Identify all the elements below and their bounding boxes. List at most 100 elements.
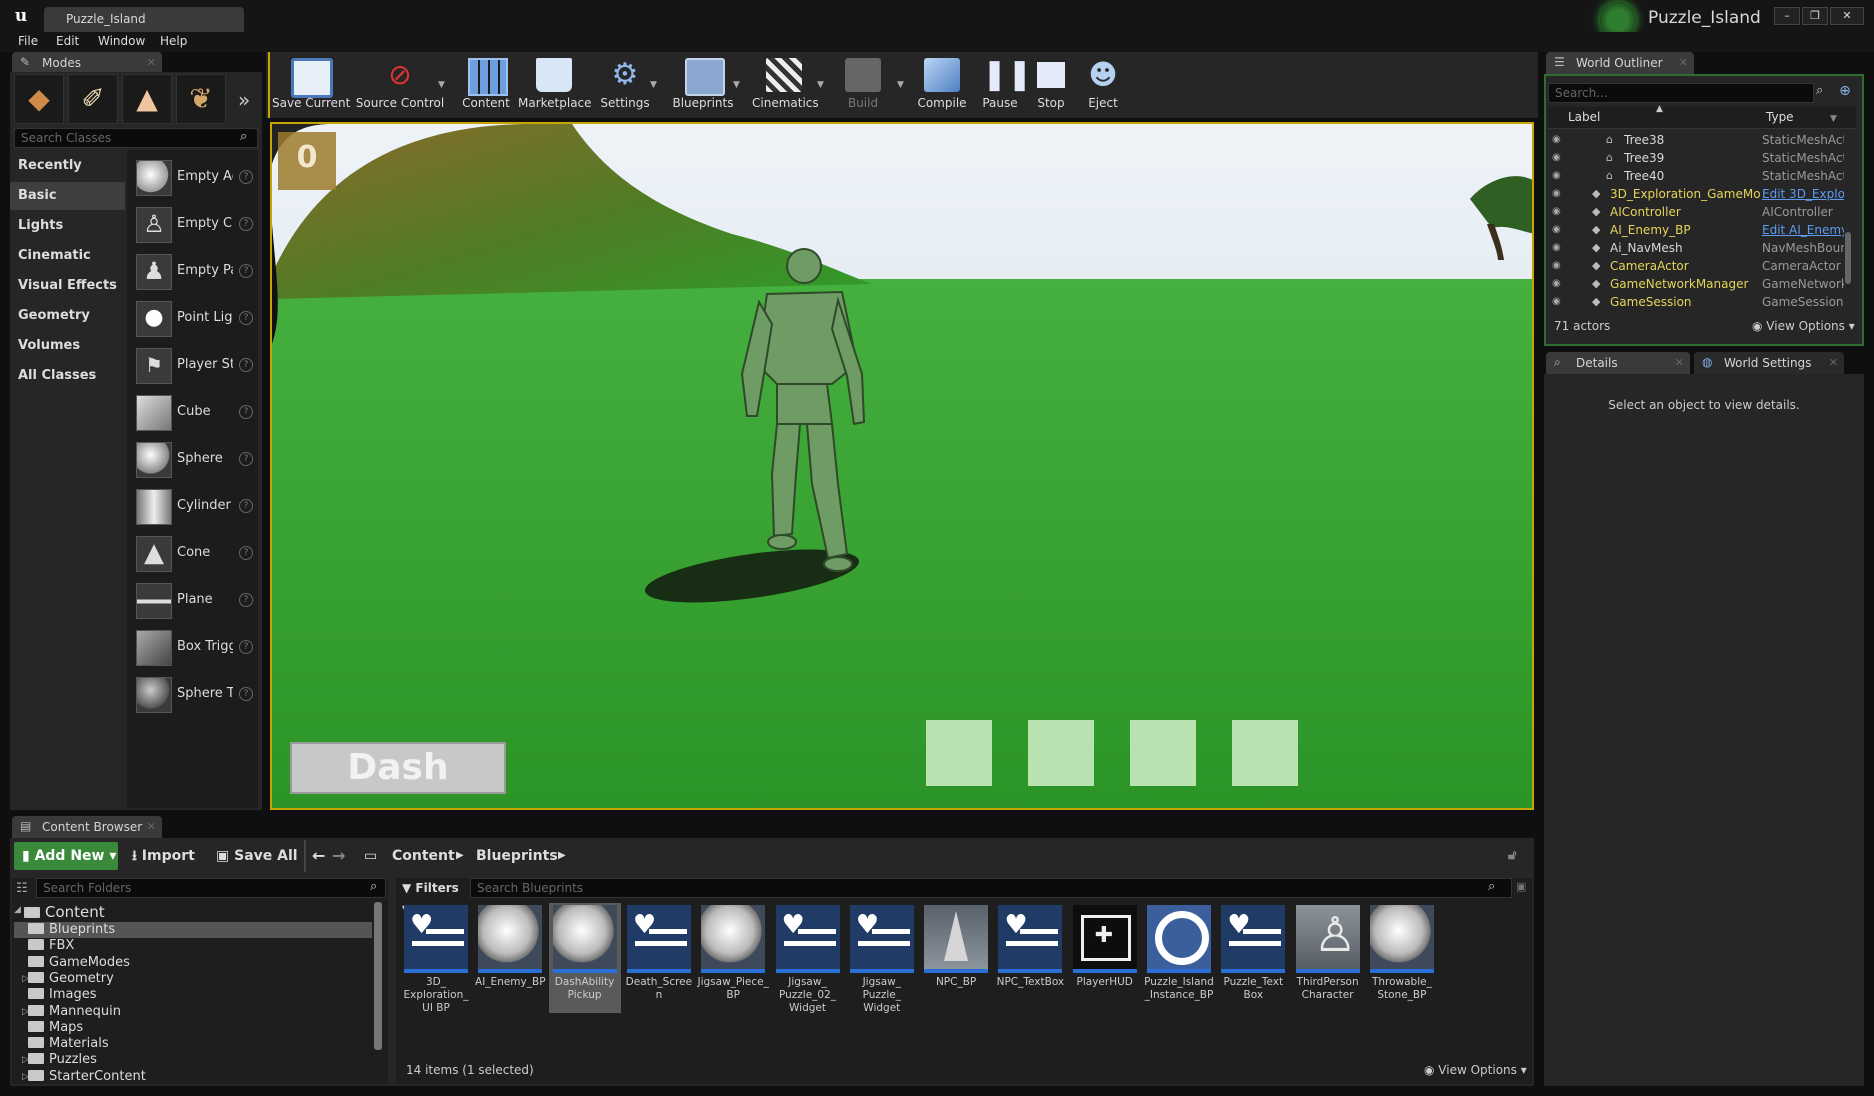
edit-blueprint-link[interactable]: Edit AI_Enemy: [1762, 223, 1844, 237]
asset-tile[interactable]: Jigsaw_Piece_ BP: [697, 903, 769, 1013]
outliner-row[interactable]: ◉ ⌂ Tree40 StaticMeshActı: [1550, 167, 1856, 185]
cinematics-button[interactable]: Cinematics: [752, 54, 819, 114]
placeable-cylinder[interactable]: Cylinder?: [133, 484, 257, 530]
outliner-row[interactable]: ◉ ⌂ Tree38 StaticMeshActı: [1550, 131, 1856, 149]
add-filter-icon[interactable]: ⊕: [1836, 83, 1854, 101]
tab-details[interactable]: ⌕ Details ✕: [1546, 352, 1690, 374]
asset-tile[interactable]: Puzzle_Island _Instance_BP: [1143, 903, 1215, 1013]
tab-content-browser[interactable]: ▤ Content Browser ✕: [12, 816, 162, 838]
close-icon[interactable]: ✕: [1829, 352, 1838, 374]
placeable-cube[interactable]: Cube?: [133, 390, 257, 436]
folder-fbx[interactable]: FBX: [28, 938, 74, 954]
folder-startercontent[interactable]: StarterContent: [28, 1069, 146, 1085]
help-icon[interactable]: ?: [239, 499, 253, 513]
tab-modes[interactable]: ✎ Modes ✕: [12, 52, 162, 74]
asset-tile[interactable]: DashAbility Pickup: [548, 903, 621, 1013]
placeable-empty-actor[interactable]: Empty Ac?: [133, 155, 257, 201]
outliner-search-input[interactable]: Search...: [1548, 83, 1814, 103]
save-current-button[interactable]: Save Current: [272, 54, 350, 114]
visibility-eye-icon[interactable]: ◉: [1552, 296, 1566, 308]
placeable-point-light[interactable]: ● Point Ligh?: [133, 296, 257, 342]
edit-blueprint-link[interactable]: Edit 3D_Explo: [1762, 187, 1844, 201]
expand-arrow-icon[interactable]: ◢: [14, 905, 21, 915]
add-new-button[interactable]: ▮ Add New ▾: [14, 842, 118, 870]
chevron-down-icon[interactable]: ▼: [438, 80, 445, 90]
menu-window[interactable]: Window: [98, 34, 145, 48]
folder-maps[interactable]: Maps: [28, 1020, 83, 1036]
restore-button[interactable]: ❐: [1802, 7, 1828, 25]
save-all-button[interactable]: ▣ Save All: [216, 842, 298, 870]
asset-tile[interactable]: ✚ PlayerHUD: [1069, 903, 1141, 1013]
build-button[interactable]: Build: [840, 54, 886, 114]
outliner-row[interactable]: ◉ ◆ AI_Enemy_BP Edit AI_Enemy: [1550, 221, 1856, 239]
asset-tile[interactable]: ♥ 3D_ Exploration_UI BP: [400, 903, 472, 1014]
outliner-view-options[interactable]: ◉ View Options ▾: [1752, 319, 1855, 333]
inventory-slot[interactable]: [1232, 720, 1298, 786]
visibility-eye-icon[interactable]: ◉: [1552, 224, 1566, 236]
expand-arrow-icon[interactable]: ▷: [22, 1072, 29, 1082]
paint-mode-button[interactable]: ✐: [68, 74, 118, 124]
category-volumes[interactable]: Volumes: [10, 332, 125, 360]
landscape-mode-button[interactable]: ▲: [122, 74, 172, 124]
outliner-row[interactable]: ◉ ◆ CameraActor CameraActor: [1550, 257, 1856, 275]
sources-toggle-icon[interactable]: ☷: [16, 881, 28, 896]
folder-geometry[interactable]: Geometry: [28, 971, 114, 987]
expand-arrow-icon[interactable]: ▷: [22, 1007, 29, 1017]
outliner-row[interactable]: ◉ ◆ 3D_Exploration_GameMode Edit 3D_Explo: [1550, 185, 1856, 203]
dash-ability-button[interactable]: Dash: [290, 742, 506, 794]
menu-edit[interactable]: Edit: [56, 34, 79, 48]
inventory-slot[interactable]: [1028, 720, 1094, 786]
compile-button[interactable]: Compile: [914, 54, 970, 114]
help-icon[interactable]: ?: [239, 452, 253, 466]
help-icon[interactable]: ?: [239, 546, 253, 560]
outliner-row[interactable]: ◉ ◆ AIController AIController: [1550, 203, 1856, 221]
close-icon[interactable]: ✕: [147, 52, 156, 74]
lock-icon[interactable]: 🔓︎: [1508, 842, 1516, 870]
expand-arrow-icon[interactable]: ▷: [22, 1055, 29, 1065]
asset-tile[interactable]: ♙ ThirdPerson Character: [1292, 903, 1364, 1013]
menu-file[interactable]: File: [18, 34, 38, 48]
placeable-plane[interactable]: Plane?: [133, 578, 257, 624]
place-mode-button[interactable]: ◆: [14, 74, 64, 124]
foliage-mode-button[interactable]: ❦: [176, 74, 226, 124]
expand-arrow-icon[interactable]: ▷: [22, 974, 29, 984]
category-basic[interactable]: Basic: [10, 182, 125, 210]
asset-tile[interactable]: ♥ Puzzle_Text Box: [1217, 903, 1289, 1013]
folder-mannequin[interactable]: Mannequin: [28, 1004, 121, 1020]
folder-blueprints[interactable]: Blueprints: [28, 922, 115, 938]
help-icon[interactable]: ?: [239, 217, 253, 231]
placeable-box-trigger[interactable]: Box Trigg?: [133, 625, 257, 671]
outliner-row[interactable]: ◉ ◆ Ai_NavMesh NavMeshBoun: [1550, 239, 1856, 257]
visibility-eye-icon[interactable]: ◉: [1552, 206, 1566, 218]
more-modes-icon[interactable]: »: [238, 88, 250, 112]
tab-world-outliner[interactable]: ☰ World Outliner ✕: [1546, 52, 1694, 74]
asset-tile[interactable]: AI_Enemy_BP: [474, 903, 546, 1013]
import-button[interactable]: ⭳ Import: [132, 842, 195, 870]
level-document-tab[interactable]: Puzzle_Island: [44, 7, 244, 32]
placeable-player-start[interactable]: ⚑ Player St?: [133, 343, 257, 389]
chevron-down-icon[interactable]: ▼: [1830, 114, 1837, 124]
category-geometry[interactable]: Geometry: [10, 302, 125, 330]
column-label-header[interactable]: Label: [1568, 110, 1600, 124]
close-icon[interactable]: ✕: [1679, 52, 1688, 74]
tab-world-settings[interactable]: ◍ World Settings ✕: [1694, 352, 1844, 374]
search-assets-input[interactable]: Search Blueprints: [470, 878, 1512, 898]
outliner-row[interactable]: ◉ ⌂ Tree39 StaticMeshActı: [1550, 149, 1856, 167]
category-lights[interactable]: Lights: [10, 212, 125, 240]
game-viewport[interactable]: 0 Dash: [270, 122, 1534, 810]
chevron-down-icon[interactable]: ▼: [817, 80, 824, 90]
marketplace-button[interactable]: Marketplace: [518, 54, 592, 114]
blueprints-button[interactable]: Blueprints: [670, 54, 736, 114]
filters-button[interactable]: ▼ Filters ▾: [402, 878, 464, 915]
folder-scrollbar[interactable]: [374, 902, 382, 1050]
asset-view-options[interactable]: ◉ View Options ▾: [1424, 1063, 1527, 1077]
visibility-eye-icon[interactable]: ◉: [1552, 134, 1566, 146]
source-control-button[interactable]: ⊘ Source Control: [352, 54, 448, 114]
menu-help[interactable]: Help: [160, 34, 187, 48]
minimize-button[interactable]: –: [1774, 7, 1800, 25]
category-visual-effects[interactable]: Visual Effects: [10, 272, 125, 300]
chevron-down-icon[interactable]: ▼: [733, 80, 740, 90]
close-icon[interactable]: ✕: [147, 816, 156, 838]
breadcrumb-separator-icon[interactable]: ▶: [456, 842, 464, 870]
eject-button[interactable]: ☻ Eject: [1080, 54, 1126, 114]
